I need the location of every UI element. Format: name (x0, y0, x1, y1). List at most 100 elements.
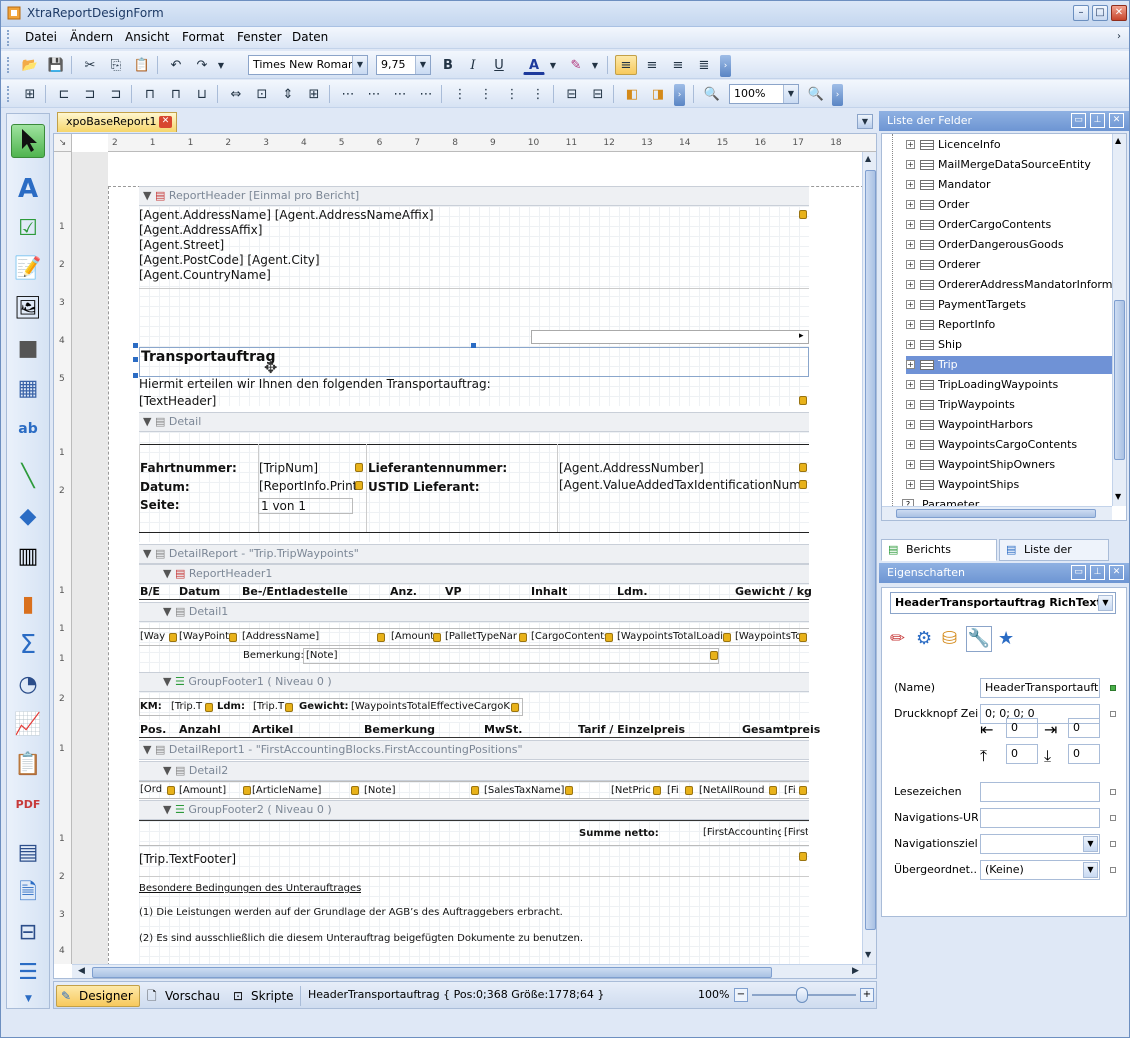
padding-left-field[interactable]: 0 (1006, 718, 1038, 738)
picture-tool-icon[interactable]: 🖼 (11, 292, 45, 326)
datum-value[interactable]: [ReportInfo.Print (259, 479, 357, 493)
scroll-down-icon[interactable]: ▼ (1115, 492, 1121, 501)
v-spacing-decrease-icon[interactable]: ⋮ (501, 84, 523, 104)
datum-label[interactable]: Datum: (140, 480, 190, 494)
expand-icon[interactable]: + (906, 440, 915, 449)
chevron-down-icon[interactable]: ▼ (352, 56, 367, 74)
subreport-tool-icon[interactable]: 🗎 (11, 876, 45, 910)
km-label[interactable]: KM: (140, 701, 162, 712)
acc-cell[interactable]: [NetAllRound (699, 785, 771, 796)
field-list-item[interactable]: + OrdererAddressMandatorInformation (906, 276, 1126, 294)
character-comb-tool-icon[interactable]: ab (11, 412, 45, 446)
chevron-down-icon[interactable]: ▼ (1083, 836, 1098, 852)
expand-icon[interactable]: + (906, 340, 915, 349)
wp-cell[interactable]: [WaypointsTotalLoadi (617, 631, 725, 642)
expand-icon[interactable]: + (906, 280, 915, 289)
cut-icon[interactable]: ✂ (79, 55, 101, 75)
wp-cell[interactable]: [PalletTypeNar (445, 631, 521, 642)
fahrtnummer-label[interactable]: Fahrtnummer: (140, 461, 237, 475)
agent-line-3[interactable]: [Agent.Street] (139, 238, 224, 252)
ldm-label[interactable]: Ldm: (217, 701, 245, 712)
toolbar-overflow-icon[interactable]: › (674, 84, 685, 106)
object-selector[interactable]: HeaderTransportauftrag RichText ▼ (890, 592, 1116, 614)
km-value[interactable]: [Trip.T (171, 701, 207, 712)
band-detail-report-waypoints[interactable]: ▼ ▤ DetailReport - "Trip.TripWaypoints" (139, 544, 809, 564)
property-marker-icon[interactable] (1110, 867, 1116, 873)
property-value[interactable]: (Keine) ▼ (980, 860, 1100, 880)
band-group-footer2[interactable]: ▼ ☰ GroupFooter2 ( Niveau 0 ) (139, 800, 809, 820)
close-icon[interactable]: ✕ (1109, 113, 1124, 128)
align-left-icon[interactable]: ≡ (615, 55, 637, 75)
property-value[interactable] (980, 782, 1100, 802)
band-report-header[interactable]: ▼ ▤ ReportHeader [Einmal pro Bericht] (139, 186, 809, 206)
wp-header[interactable]: Gewicht / kg (735, 585, 812, 598)
property-marker-icon[interactable] (1110, 815, 1116, 821)
property-marker-icon[interactable] (1110, 711, 1116, 717)
zoom-out-icon[interactable]: 🔍 (701, 84, 723, 104)
close-icon[interactable]: ✕ (1109, 565, 1124, 580)
acc-cell[interactable]: [Amount] (179, 785, 245, 796)
page-info-tool-icon[interactable]: ▤ (11, 836, 45, 870)
font-name-combo[interactable]: Times New Roman ▼ (248, 55, 368, 75)
expand-icon[interactable]: + (906, 460, 915, 469)
wp-header[interactable]: Ldm. (617, 585, 648, 598)
band-group-footer1[interactable]: ▼ ☰ GroupFooter1 ( Niveau 0 ) (139, 672, 809, 692)
bemerkung-box[interactable]: [Note] (303, 648, 719, 664)
align-tops-icon[interactable]: ⊓ (139, 84, 161, 104)
wp-header[interactable]: Inhalt (531, 585, 567, 598)
smart-tag-icon[interactable]: ▸ (799, 331, 804, 341)
menu-datei[interactable]: Datei (25, 30, 57, 44)
expand-icon[interactable]: + (906, 240, 915, 249)
empty-control[interactable] (531, 330, 809, 344)
field-list-item[interactable]: + WaypointShips (906, 476, 1126, 494)
paste-icon[interactable]: 📋 (131, 55, 153, 75)
field-list-item[interactable]: + LicenceInfo (906, 136, 1126, 154)
scroll-up-icon[interactable]: ▲ (865, 154, 871, 163)
h-spacing-equal-icon[interactable]: ⋯ (337, 84, 359, 104)
chevron-down-icon[interactable]: ▼ (1098, 595, 1113, 611)
summe-label[interactable]: Summe netto: (579, 828, 659, 839)
shape-tool-icon[interactable]: ◆ (11, 500, 45, 534)
acc-header[interactable]: Pos. (140, 723, 166, 736)
ustid-label[interactable]: USTID Lieferant: (368, 480, 480, 494)
dock-icon[interactable]: ▭ (1071, 565, 1086, 580)
field-list-item[interactable]: + Trip (906, 356, 1126, 374)
toolbox-scroll-down-icon[interactable]: ▼ (25, 994, 32, 1004)
menu-fenster[interactable]: Fenster (237, 30, 282, 44)
layout-icon[interactable]: 🔧 (966, 626, 992, 652)
acc-cell[interactable]: [ArticleName] (252, 785, 356, 796)
field-list-item[interactable]: + ReportInfo (906, 316, 1126, 334)
align-middles-icon[interactable]: ⊓ (165, 84, 187, 104)
tabs-dropdown-icon[interactable]: ▼ (857, 114, 873, 129)
chart-tool-icon[interactable]: ▮ (11, 588, 45, 622)
field-list-item[interactable]: + OrderDangerousGoods (906, 236, 1126, 254)
tab-liste-der-felder[interactable]: ▤Liste der Felder (999, 539, 1109, 576)
save-icon[interactable]: 💾 (45, 55, 67, 75)
favorites-icon[interactable]: ★ (998, 628, 1014, 649)
gewicht-value[interactable]: [WaypointsTotalEffectiveCargoK (351, 701, 515, 712)
expand-icon[interactable]: + (906, 140, 915, 149)
property-marker-icon[interactable] (1110, 789, 1116, 795)
field-list-item[interactable]: + OrderCargoContents (906, 216, 1126, 234)
acc-cell[interactable]: [SalesTaxName] (484, 785, 568, 796)
wp-cell[interactable]: [WaypointsTo (735, 631, 801, 642)
summe-value-2[interactable]: [First (784, 827, 808, 838)
gewicht-label[interactable]: Gewicht: (299, 701, 348, 712)
barcode-tool-icon[interactable]: ▥ (11, 540, 45, 574)
align-center-icon[interactable]: ≡ (641, 55, 663, 75)
v-spacing-equal-icon[interactable]: ⋮ (449, 84, 471, 104)
field-list-item[interactable]: + Order (906, 196, 1126, 214)
wp-header[interactable]: B/E (140, 585, 160, 598)
expand-icon[interactable]: + (906, 360, 915, 369)
menu-daten[interactable]: Daten (292, 30, 328, 44)
bring-to-front-icon[interactable]: ◧ (621, 84, 643, 104)
vertical-scrollbar[interactable]: ▲ ▼ (862, 152, 876, 964)
font-color-button[interactable]: A (523, 55, 545, 75)
field-list-item[interactable]: + PaymentTargets (906, 296, 1126, 314)
table-tool-icon[interactable]: ▦ (11, 372, 45, 406)
wp-cell[interactable]: [Amount (391, 631, 433, 642)
band-detail1[interactable]: ▼ ▤ Detail1 (139, 602, 809, 622)
richtext-tool-icon[interactable]: 📝 (11, 252, 45, 286)
align-justify-icon[interactable]: ≣ (693, 55, 715, 75)
ldm-value[interactable]: [Trip.T (253, 701, 289, 712)
